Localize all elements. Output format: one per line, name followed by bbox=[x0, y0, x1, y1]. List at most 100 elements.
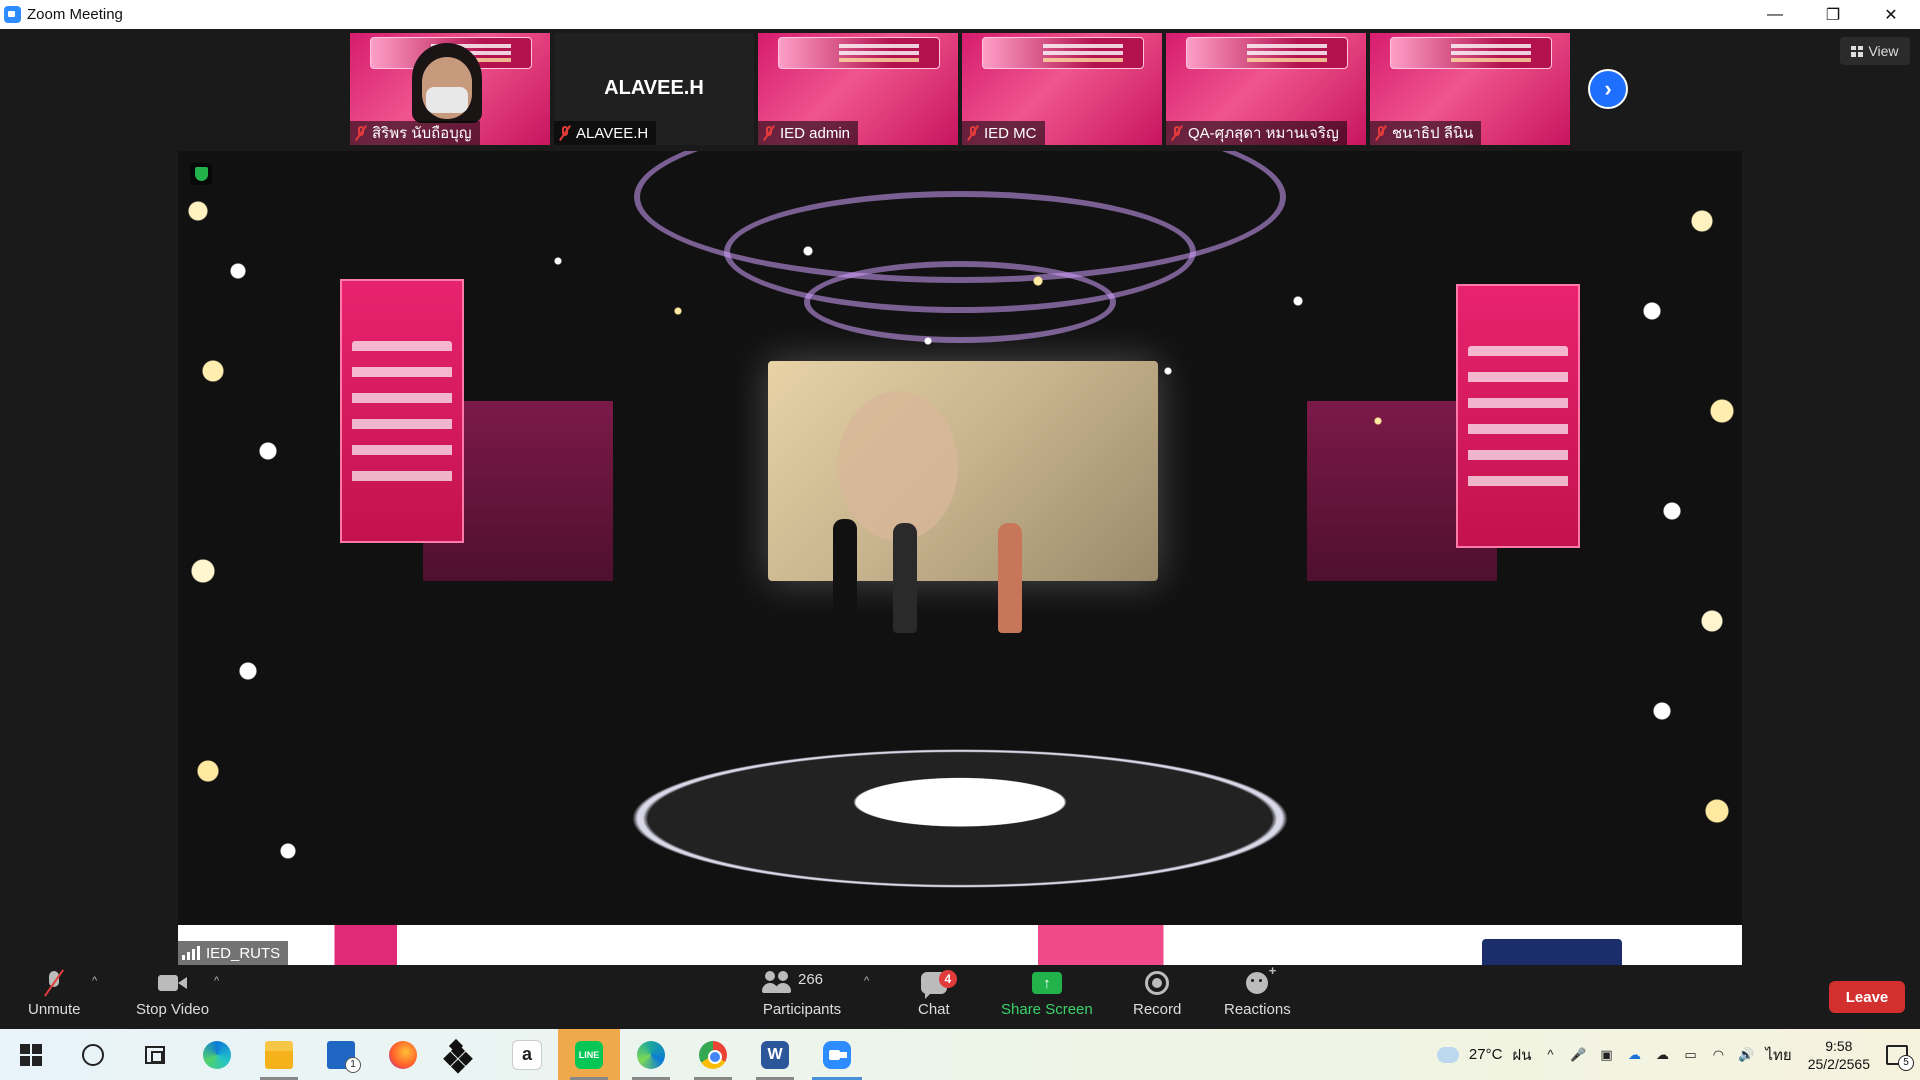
record-label: Record bbox=[1133, 1001, 1182, 1018]
weather-temp[interactable]: 27°C bbox=[1469, 1046, 1503, 1063]
window-titlebar: Zoom Meeting — ❐ ✕ bbox=[0, 0, 1920, 29]
meeting-stage: สิริพร นับถือบุญ ALAVEE.H ALAVEE.H IED a… bbox=[0, 29, 1920, 965]
mic-muted-icon bbox=[1374, 125, 1388, 141]
meeting-toolbar: Unmute ^ Stop Video ^ 266 Participants ^… bbox=[0, 963, 1920, 1029]
stop-video-label: Stop Video bbox=[136, 1001, 210, 1018]
chat-label: Chat bbox=[918, 1001, 950, 1018]
stage-bottom-banner bbox=[178, 925, 1742, 965]
weather-desc[interactable]: ฝน bbox=[1512, 1043, 1531, 1067]
presenter-figure bbox=[998, 523, 1022, 633]
participants-options-caret[interactable]: ^ bbox=[864, 975, 869, 987]
taskbar-edge-dev[interactable] bbox=[620, 1029, 682, 1080]
reactions-label: Reactions bbox=[1224, 1001, 1291, 1018]
windows-taskbar: a LINE W 27°C ฝน ^ 🎤 ▣ ☁ ☁ ▭ ◠ 🔊 ไทย 9:5… bbox=[0, 1029, 1920, 1080]
participant-name: ชนาธิป ลีนิน bbox=[1392, 125, 1474, 142]
stop-video-button[interactable]: Stop Video bbox=[136, 967, 209, 1018]
line-icon: LINE bbox=[575, 1040, 603, 1069]
notification-center-icon[interactable] bbox=[1886, 1044, 1914, 1071]
mic-muted-icon bbox=[966, 125, 980, 141]
mic-muted-icon bbox=[42, 969, 66, 997]
taskbar-edge[interactable] bbox=[186, 1029, 248, 1080]
participant-name-label: ชนาธิป ลีนิน bbox=[1370, 121, 1482, 145]
dropbox-icon bbox=[451, 1041, 479, 1069]
taskbar-chrome[interactable] bbox=[682, 1029, 744, 1080]
weather-icon[interactable] bbox=[1436, 1046, 1459, 1063]
audio-options-caret[interactable]: ^ bbox=[92, 975, 97, 987]
cloud-icon[interactable]: ☁ bbox=[1653, 1047, 1671, 1063]
participants-button[interactable]: 266 Participants bbox=[762, 967, 842, 1018]
video-options-caret[interactable]: ^ bbox=[214, 975, 219, 987]
unmute-button[interactable]: Unmute bbox=[28, 967, 81, 1018]
confetti-effect bbox=[478, 221, 1438, 521]
reactions-icon bbox=[1246, 963, 1276, 994]
taskbar-line[interactable]: LINE bbox=[558, 1029, 620, 1080]
edge-icon bbox=[203, 1040, 231, 1069]
participant-display-name: ALAVEE.H bbox=[604, 77, 704, 99]
participants-icon bbox=[762, 971, 794, 995]
start-button[interactable] bbox=[0, 1029, 62, 1080]
window-title: Zoom Meeting bbox=[27, 6, 123, 23]
taskbar-word[interactable]: W bbox=[744, 1029, 806, 1080]
zoom-logo-icon bbox=[4, 6, 21, 23]
leave-button[interactable]: Leave bbox=[1829, 981, 1905, 1013]
wifi-icon[interactable]: ◠ bbox=[1709, 1047, 1727, 1063]
amazon-icon: a bbox=[512, 1039, 542, 1070]
participant-name-label: QA-ศุภสุดา หมานเจริญ bbox=[1166, 121, 1347, 145]
active-speaker-video[interactable]: IED_RUTS bbox=[178, 151, 1742, 965]
participants-count: 266 bbox=[798, 971, 824, 988]
microphone-icon[interactable]: 🎤 bbox=[1569, 1047, 1587, 1063]
participant-tile[interactable]: IED MC bbox=[962, 33, 1162, 145]
taskbar-clock[interactable]: 9:58 25/2/2565 bbox=[1808, 1037, 1870, 1073]
close-button[interactable]: ✕ bbox=[1862, 0, 1920, 29]
grid-view-icon bbox=[1851, 45, 1864, 57]
participant-tile[interactable]: ALAVEE.H ALAVEE.H bbox=[554, 33, 754, 145]
chat-button[interactable]: 4 Chat bbox=[918, 967, 957, 1018]
speaker-name-label: IED_RUTS bbox=[178, 941, 289, 965]
speaker-name: IED_RUTS bbox=[206, 944, 281, 962]
clock-date: 25/2/2565 bbox=[1807, 1055, 1870, 1072]
folder-icon bbox=[265, 1040, 293, 1069]
onedrive-icon[interactable]: ☁ bbox=[1625, 1047, 1643, 1063]
participants-label: Participants bbox=[762, 1001, 842, 1018]
taskbar-firefox[interactable] bbox=[372, 1029, 434, 1080]
participant-tile[interactable]: ชนาธิป ลีนิน bbox=[1370, 33, 1570, 145]
taskbar-mail[interactable] bbox=[310, 1029, 372, 1080]
volume-icon[interactable]: 🔊 bbox=[1737, 1047, 1755, 1063]
system-tray: 27°C ฝน ^ 🎤 ▣ ☁ ☁ ▭ ◠ 🔊 ไทย 9:58 25/2/25… bbox=[1436, 1029, 1920, 1080]
show-hidden-icons-icon[interactable]: ^ bbox=[1541, 1047, 1559, 1063]
signal-strength-icon bbox=[182, 946, 200, 960]
record-icon bbox=[1145, 971, 1170, 995]
taskbar-zoom[interactable] bbox=[806, 1029, 868, 1080]
reactions-button[interactable]: Reactions bbox=[1224, 963, 1291, 1018]
word-icon: W bbox=[761, 1040, 789, 1069]
participant-tile[interactable]: IED admin bbox=[758, 33, 958, 145]
participant-tile[interactable]: QA-ศุภสุดา หมานเจริญ bbox=[1166, 33, 1366, 145]
chat-unread-badge: 4 bbox=[938, 970, 957, 988]
taskbar-dropbox[interactable] bbox=[434, 1029, 496, 1080]
zoom-icon bbox=[823, 1040, 851, 1069]
taskbar-file-explorer[interactable] bbox=[248, 1029, 310, 1080]
share-screen-icon: ↑ bbox=[1031, 972, 1062, 994]
event-banner-graphic bbox=[1186, 37, 1348, 69]
event-banner-graphic bbox=[778, 37, 940, 69]
input-language[interactable]: ไทย bbox=[1765, 1043, 1791, 1067]
taskbar-amazon[interactable]: a bbox=[496, 1029, 558, 1080]
participant-tile[interactable]: สิริพร นับถือบุญ bbox=[350, 33, 550, 145]
window-controls: — ❐ ✕ bbox=[1746, 0, 1920, 29]
minimize-button[interactable]: — bbox=[1746, 0, 1804, 29]
gallery-next-button[interactable]: › bbox=[1588, 69, 1628, 109]
network-share-icon[interactable]: ▣ bbox=[1597, 1047, 1615, 1063]
presenter-figure bbox=[893, 523, 917, 633]
record-button[interactable]: Record bbox=[1133, 967, 1181, 1018]
share-screen-button[interactable]: ↑ Share Screen bbox=[1001, 967, 1093, 1018]
search-button[interactable] bbox=[62, 1029, 124, 1080]
event-banner-graphic bbox=[1390, 37, 1552, 69]
encryption-shield-icon[interactable] bbox=[190, 163, 212, 185]
participant-name-label: IED admin bbox=[758, 121, 859, 145]
task-view-button[interactable] bbox=[124, 1029, 186, 1080]
battery-icon[interactable]: ▭ bbox=[1681, 1047, 1699, 1063]
edge-dev-icon bbox=[637, 1040, 665, 1069]
restore-button[interactable]: ❐ bbox=[1804, 0, 1862, 29]
view-button[interactable]: View bbox=[1840, 37, 1910, 65]
participant-name: ALAVEE.H bbox=[576, 124, 649, 142]
